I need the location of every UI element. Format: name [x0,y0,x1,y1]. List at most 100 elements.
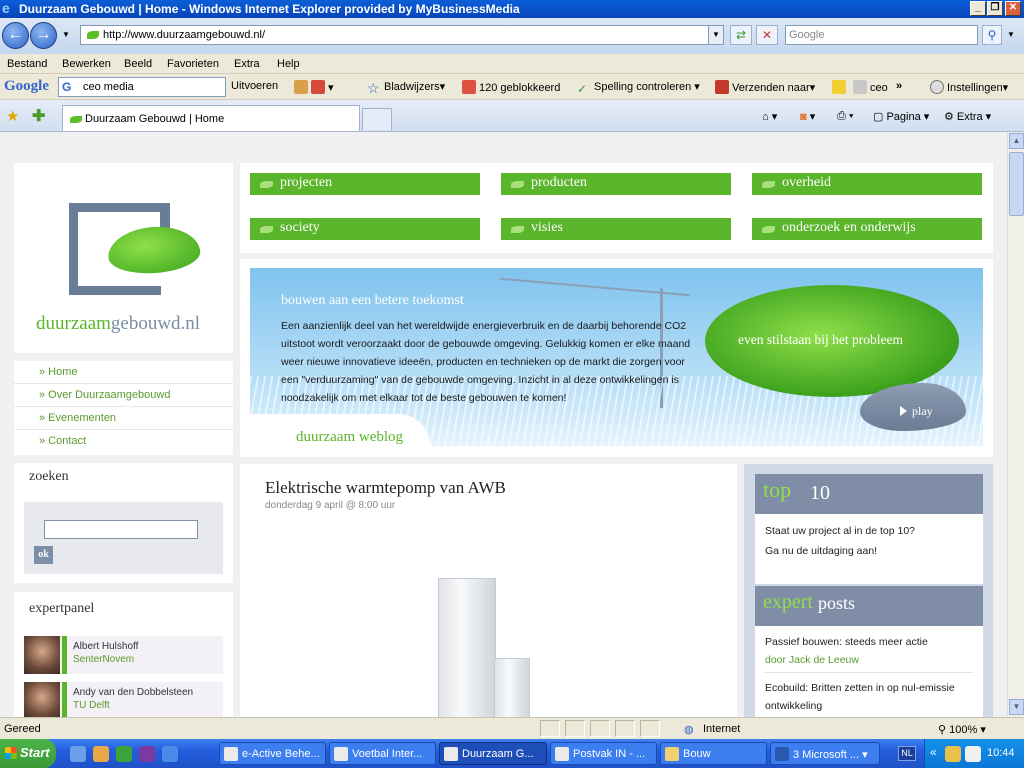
ceo-button[interactable]: ceo [853,80,888,94]
spelling-button[interactable]: ✓ Spelling controleren ▾ [577,80,700,96]
nav-home[interactable]: » Home [14,361,233,384]
google-g-icon: G [62,80,72,94]
tile-society[interactable]: society [250,218,480,240]
scroll-up-icon[interactable]: ▲ [1009,133,1024,149]
task-microsoft[interactable]: 3 Microsoft ... ▾ [770,742,880,765]
expertposts-header: expert posts [755,586,983,626]
tile-projecten[interactable]: projecten [250,173,480,195]
new-tab-button[interactable] [362,108,392,130]
post-author[interactable]: door Jack de Leeuw [765,654,859,666]
tray-icon[interactable] [945,746,961,762]
popup-blocker-button[interactable]: 120 geblokkeerd [462,80,560,94]
menu-favorieten[interactable]: Favorieten [167,58,219,70]
close-button[interactable]: ✕ [1005,1,1021,16]
expert-org: SenterNovem [73,654,135,665]
zone-text: Internet [703,723,741,735]
nav-evenementen[interactable]: » Evenementen [14,407,233,430]
highlight-icon[interactable] [832,80,849,94]
search-input[interactable]: Google [785,25,978,45]
post-title[interactable]: Ecobuild: Britten zetten in op nul-emiss… [765,682,955,694]
uitvoeren-button[interactable]: Uitvoeren [231,80,278,92]
expert-row[interactable]: Albert Hulshoff SenterNovem [24,636,223,674]
scroll-down-icon[interactable]: ▼ [1009,699,1024,715]
address-dropdown-icon[interactable]: ▼ [708,26,723,44]
top10-line2[interactable]: Ga nu de uitdaging aan! [765,545,877,557]
quicklaunch-icon[interactable] [93,746,109,762]
menu-help[interactable]: Help [277,58,300,70]
language-indicator[interactable]: NL [898,746,916,761]
quicklaunch-icon[interactable] [116,746,132,762]
task-postvak[interactable]: Postvak IN - ... [550,742,657,765]
maximize-button[interactable]: ❐ [987,1,1003,16]
expert-org: TU Delft [73,700,110,711]
quicklaunch-icon[interactable] [162,746,178,762]
extra-menu[interactable]: ⚙ Extra ▾ [944,110,991,123]
right-sidebar: top 10 Staat uw project al in de top 10?… [744,464,993,717]
task-voetbal[interactable]: Voetbal Inter... [329,742,436,765]
search-options-icon[interactable]: ▼ [1007,30,1015,39]
nav-over[interactable]: » Over Duurzaamgebouwd [14,384,233,407]
top10-header: top 10 [755,474,983,514]
back-button[interactable]: ← [2,22,29,49]
clock: 10:44 [987,747,1015,759]
zoom-control[interactable]: ⚲ 100% ▾ [938,723,986,736]
home-icon[interactable]: ⌂ ▾ [762,110,777,123]
tile-onderzoek[interactable]: onderzoek en onderwijs [752,218,982,240]
scroll-thumb[interactable] [1009,152,1024,216]
leaf-caption[interactable]: even stilstaan bij het probleem [738,332,903,348]
instellingen-button[interactable]: Instellingen▾ [930,80,1008,94]
tray-icon[interactable] [965,746,981,762]
bladwijzers-button[interactable]: ☆ Bladwijzers▾ [367,80,445,96]
minimize-button[interactable]: _ [970,1,986,16]
task-e-active[interactable]: e-Active Behe... [219,742,326,765]
quicklaunch-icon[interactable] [139,746,155,762]
site-logo[interactable]: duurzaamgebouwd.nl [36,313,200,335]
expert-name: Albert Hulshoff [73,641,139,652]
menu-extra[interactable]: Extra [234,58,260,70]
expert-row[interactable]: Andy van den Dobbelsteen TU Delft [24,682,223,717]
nav-contact[interactable]: » Contact [14,430,233,453]
forward-button[interactable]: → [30,22,57,49]
pagina-menu[interactable]: ▢ Pagina ▾ [873,110,929,123]
favorites-star-icon[interactable]: ★ [6,107,19,125]
search-ok-button[interactable]: ok [34,546,53,564]
word-icon [775,747,789,761]
tile-visies[interactable]: visies [501,218,731,240]
address-input[interactable]: http://www.duurzaamgebouwd.nl/ [80,25,724,45]
task-bouw[interactable]: Bouw [660,742,767,765]
rss-feed-icon[interactable]: ◙ ▾ [800,110,815,123]
start-button[interactable]: Start [0,739,56,768]
post-title[interactable]: Passief bouwen: steeds meer actie [765,636,928,648]
tab-duurzaam-gebouwd[interactable]: Duurzaam Gebouwd | Home [62,105,360,131]
menu-bewerken[interactable]: Bewerken [62,58,111,70]
task-duurzaam[interactable]: Duurzaam G... [439,742,547,765]
star-icon: ☆ [367,80,380,96]
site-search-input[interactable] [44,520,198,539]
quicklaunch-icon[interactable] [70,746,86,762]
windows-flag-icon [5,747,17,759]
add-favorite-icon[interactable]: ✚ [32,106,45,126]
status-text: Gereed [4,723,41,735]
refresh-icon[interactable]: ⇄ [730,25,752,45]
more-chevron-icon[interactable]: » [896,80,902,92]
post-title-cont[interactable]: ontwikkeling [765,700,822,712]
history-dropdown-icon[interactable]: ▼ [62,30,70,39]
toolbar-extras-icon[interactable]: ▾ [294,80,334,94]
google-search-input[interactable]: G ceo media [58,77,226,97]
title-bar[interactable]: e Duurzaam Gebouwd | Home - Windows Inte… [0,0,1024,18]
site-favicon-icon [87,31,99,39]
status-panel [540,720,560,737]
menu-beeld[interactable]: Beeld [124,58,152,70]
tile-overheid[interactable]: overheid [752,173,982,195]
menu-bestand[interactable]: Bestand [7,58,47,70]
tile-producten[interactable]: producten [501,173,731,195]
print-icon[interactable]: ⎙ ▾ [837,110,853,123]
window-title: Duurzaam Gebouwd | Home - Windows Intern… [19,2,520,16]
stop-icon[interactable]: ✕ [756,25,778,45]
article-title[interactable]: Elektrische warmtepomp van AWB [265,478,506,498]
top10-line1[interactable]: Staat uw project al in de top 10? [765,525,915,537]
verzenden-button[interactable]: Verzenden naar▾ [715,80,815,94]
search-icon[interactable]: ⚲ [982,25,1002,45]
vertical-scrollbar[interactable]: ▲ ▼ [1007,132,1024,717]
tray-expand-icon[interactable]: « [930,745,937,759]
